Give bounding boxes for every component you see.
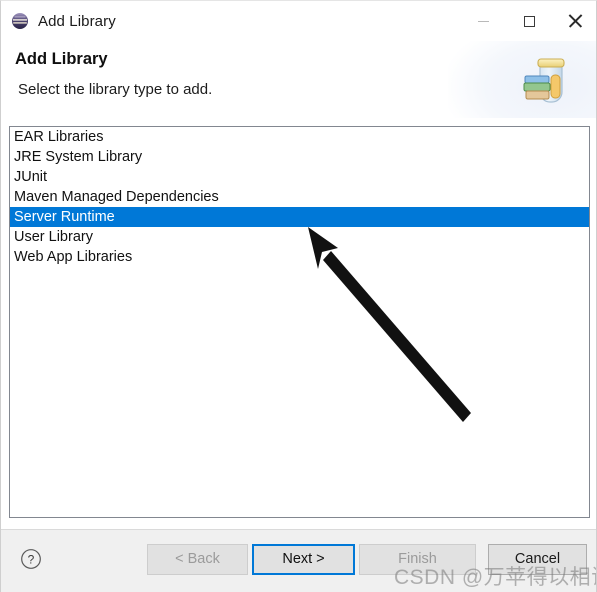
maximize-icon bbox=[523, 15, 535, 27]
cancel-button[interactable]: Cancel bbox=[488, 544, 587, 575]
list-item[interactable]: Web App Libraries bbox=[10, 247, 589, 267]
library-type-list[interactable]: EAR Libraries JRE System Library JUnit M… bbox=[9, 126, 590, 518]
list-item[interactable]: User Library bbox=[10, 227, 589, 247]
close-button[interactable] bbox=[552, 1, 596, 41]
maximize-button[interactable] bbox=[506, 1, 552, 41]
finish-button[interactable]: Finish bbox=[359, 544, 476, 575]
svg-text:?: ? bbox=[28, 552, 35, 566]
eclipse-sphere-icon bbox=[11, 12, 29, 30]
list-item[interactable]: JRE System Library bbox=[10, 147, 589, 167]
page-title: Add Library bbox=[15, 50, 108, 68]
list-item[interactable]: EAR Libraries bbox=[10, 127, 589, 147]
window-controls bbox=[460, 1, 596, 41]
next-button[interactable]: Next > bbox=[252, 544, 355, 575]
close-icon bbox=[568, 14, 582, 28]
help-icon[interactable]: ? bbox=[20, 548, 42, 570]
page-subtitle: Select the library type to add. bbox=[18, 81, 213, 98]
list-item[interactable]: JUnit bbox=[10, 167, 589, 187]
library-jar-books-icon bbox=[518, 49, 580, 111]
list-item[interactable]: Maven Managed Dependencies bbox=[10, 187, 589, 207]
minimize-button[interactable] bbox=[460, 1, 506, 41]
dialog-header: Add Library Select the library type to a… bbox=[1, 41, 596, 118]
list-item-selected[interactable]: Server Runtime bbox=[10, 207, 589, 227]
add-library-dialog: Add Library Add Library Select the libra… bbox=[0, 0, 597, 592]
back-button[interactable]: < Back bbox=[147, 544, 248, 575]
title-bar: Add Library bbox=[1, 1, 596, 41]
window-title: Add Library bbox=[38, 12, 116, 30]
minimize-icon bbox=[477, 20, 489, 22]
